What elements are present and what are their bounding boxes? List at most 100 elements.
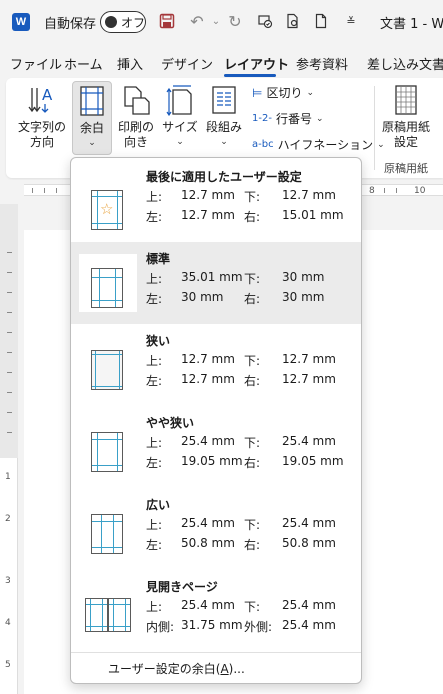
columns-button[interactable]: 段組み ⌄ <box>202 84 246 150</box>
ruler-number: 1 <box>5 472 11 482</box>
left-value: 12.7 mm <box>181 208 235 222</box>
ruler-number: 2 <box>5 514 11 524</box>
margin-line <box>125 599 126 631</box>
text-direction-icon: A <box>27 84 57 116</box>
page-thumb-right <box>108 598 131 632</box>
manuscript-label-2: 設定 <box>393 135 418 149</box>
margin-line <box>99 269 100 307</box>
right-value: 50.8 mm <box>282 536 336 550</box>
bottom-label: 下: <box>244 518 261 532</box>
autosave-state: オフ <box>121 16 146 30</box>
ruler-tick <box>7 332 12 333</box>
margin-line <box>92 521 122 522</box>
ruler-tick <box>7 432 12 433</box>
bottom-label: 下: <box>244 272 261 286</box>
margin-option-name: 広い <box>146 498 171 512</box>
tab-home[interactable]: ホーム <box>64 54 103 73</box>
margin-option-normal[interactable]: 標準 上: 35.01 mm 下: 30 mm 左: 30 mm 右: 30 m… <box>71 242 361 324</box>
margin-option-name: 標準 <box>146 252 171 266</box>
bottom-value: 25.4 mm <box>282 434 336 448</box>
customize-toolbar-icon[interactable]: ≚ <box>340 10 362 32</box>
manuscript-settings-button[interactable]: 原稿用紙 設定 <box>378 84 434 150</box>
autosave-toggle[interactable]: オフ <box>100 11 146 33</box>
margin-option-name: 狭い <box>146 334 171 348</box>
left-label: 左: <box>146 292 163 306</box>
left-value: 19.05 mm <box>181 454 243 468</box>
hyphenation-icon: a‑bc <box>252 139 274 150</box>
vertical-ruler[interactable]: 1 2 3 4 5 <box>0 204 18 694</box>
ruler-tick <box>396 188 397 193</box>
page-thumb <box>91 350 123 390</box>
margin-preview-wide <box>79 500 137 558</box>
tab-file[interactable]: ファイル <box>10 54 62 73</box>
tab-mailings[interactable]: 差し込み文書 <box>367 54 443 73</box>
bottom-value: 25.4 mm <box>282 516 336 530</box>
margin-line <box>92 386 122 387</box>
top-value: 12.7 mm <box>181 188 235 202</box>
margin-option-narrow[interactable]: 狭い 上: 12.7 mm 下: 12.7 mm 左: 12.7 mm 右: 1… <box>71 324 361 406</box>
size-chevron-icon: ⌄ <box>176 137 184 147</box>
ribbon-tabs: ファイル ホーム 挿入 デザイン レイアウト 参考資料 差し込み文書 <box>0 48 443 78</box>
text-direction-label-2: 方向 <box>29 135 54 149</box>
top-value: 12.7 mm <box>181 352 235 366</box>
new-document-icon[interactable] <box>310 10 332 32</box>
margin-preview-narrow <box>79 336 137 394</box>
margins-dropdown-menu: ☆ 最後に適用したユーザー設定 上: 12.7 mm 下: 12.7 mm 左:… <box>70 157 362 684</box>
ruler-number: 5 <box>5 660 11 670</box>
margin-line <box>97 191 98 229</box>
bottom-value: 12.7 mm <box>282 188 336 202</box>
tab-design[interactable]: デザイン <box>161 54 213 73</box>
line-numbers-chevron-icon: ⌄ <box>315 113 324 124</box>
print-preview-icon[interactable] <box>282 10 304 32</box>
top-label: 上: <box>146 436 163 450</box>
ruler-number: 8 <box>369 186 375 196</box>
custom-margins-menu-item[interactable]: ユーザー設定の余白(A)... <box>108 660 245 677</box>
ruler-number: 10 <box>414 186 426 196</box>
columns-label: 段組み <box>205 120 242 134</box>
title-bar: W 自動保存 オフ ↶ ⌄ ↻ ≚ 文書 1 - W <box>0 0 443 44</box>
margin-line <box>92 300 122 301</box>
tab-references[interactable]: 参考資料 <box>296 54 348 73</box>
ruler-tick <box>7 352 12 353</box>
top-value: 35.01 mm <box>181 270 243 284</box>
line-numbers-label: 行番号 <box>275 112 312 126</box>
toggle-knob <box>105 16 117 28</box>
orientation-icon <box>121 84 151 116</box>
margins-button[interactable]: 余白 ⌄ <box>72 81 112 155</box>
tab-layout[interactable]: レイアウト <box>224 54 289 73</box>
orientation-button[interactable]: 印刷の 向き <box>114 84 158 150</box>
breaks-button[interactable]: ⊨ 区切り ⌄ <box>252 84 314 101</box>
margin-option-moderate[interactable]: やや狭い 上: 25.4 mm 下: 25.4 mm 左: 19.05 mm 右… <box>71 406 361 488</box>
hyphenation-button[interactable]: a‑bc ハイフネーション ⌄ <box>252 136 385 153</box>
margins-icon <box>77 85 107 117</box>
line-numbers-button[interactable]: 1-2- 行番号 ⌄ <box>252 110 324 127</box>
margin-option-name: 最後に適用したユーザー設定 <box>146 170 302 184</box>
left-value: 12.7 mm <box>181 372 235 386</box>
margin-line <box>102 599 103 631</box>
margin-line <box>92 547 122 548</box>
ruler-tick <box>32 188 33 193</box>
ruler-tick <box>7 292 12 293</box>
left-label: 左: <box>146 374 163 388</box>
save-icon[interactable] <box>156 10 178 32</box>
top-label: 上: <box>146 272 163 286</box>
page-thumb: ☆ <box>91 190 123 230</box>
top-value: 25.4 mm <box>181 434 235 448</box>
text-direction-button[interactable]: A 文字列の 方向 <box>12 84 72 150</box>
size-icon <box>165 84 195 117</box>
tab-insert[interactable]: 挿入 <box>117 54 143 73</box>
margin-option-mirrored[interactable]: 見開きページ 上: 25.4 mm 下: 25.4 mm 内側: 31.75 m… <box>71 570 361 652</box>
redo-icon[interactable]: ↻ <box>224 10 246 32</box>
top-label: 上: <box>146 518 163 532</box>
svg-text:A: A <box>42 86 53 104</box>
size-button[interactable]: サイズ ⌄ <box>158 84 202 150</box>
margin-option-last-custom[interactable]: ☆ 最後に適用したユーザー設定 上: 12.7 mm 下: 12.7 mm 左:… <box>71 160 361 242</box>
right-label: 右: <box>244 210 261 224</box>
margin-option-wide[interactable]: 広い 上: 25.4 mm 下: 25.4 mm 左: 50.8 mm 右: 5… <box>71 488 361 570</box>
accessibility-check-icon[interactable] <box>254 10 276 32</box>
margin-line <box>90 599 91 631</box>
top-label: 上: <box>146 600 163 614</box>
bottom-value: 30 mm <box>282 270 325 284</box>
left-value: 30 mm <box>181 290 224 304</box>
bottom-label: 下: <box>244 600 261 614</box>
